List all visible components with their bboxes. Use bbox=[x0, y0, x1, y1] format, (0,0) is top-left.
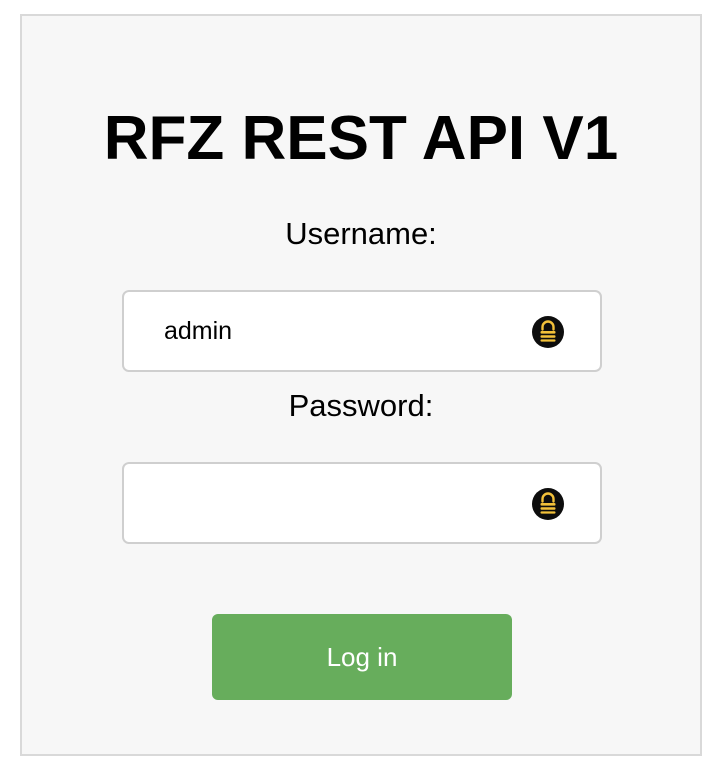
username-label: Username: bbox=[285, 216, 437, 251]
password-input[interactable] bbox=[124, 464, 600, 542]
username-field-container bbox=[122, 290, 602, 372]
password-label: Password: bbox=[288, 388, 434, 423]
page-title: RFZ REST API V1 bbox=[103, 104, 619, 173]
username-input[interactable] bbox=[124, 292, 600, 370]
password-manager-lock-icon[interactable] bbox=[532, 316, 564, 348]
password-manager-lock-icon[interactable] bbox=[532, 488, 564, 520]
login-button[interactable]: Log in bbox=[212, 614, 512, 700]
password-field-container bbox=[122, 462, 602, 544]
login-panel: RFZ REST API V1 Username: Password: bbox=[20, 14, 702, 756]
